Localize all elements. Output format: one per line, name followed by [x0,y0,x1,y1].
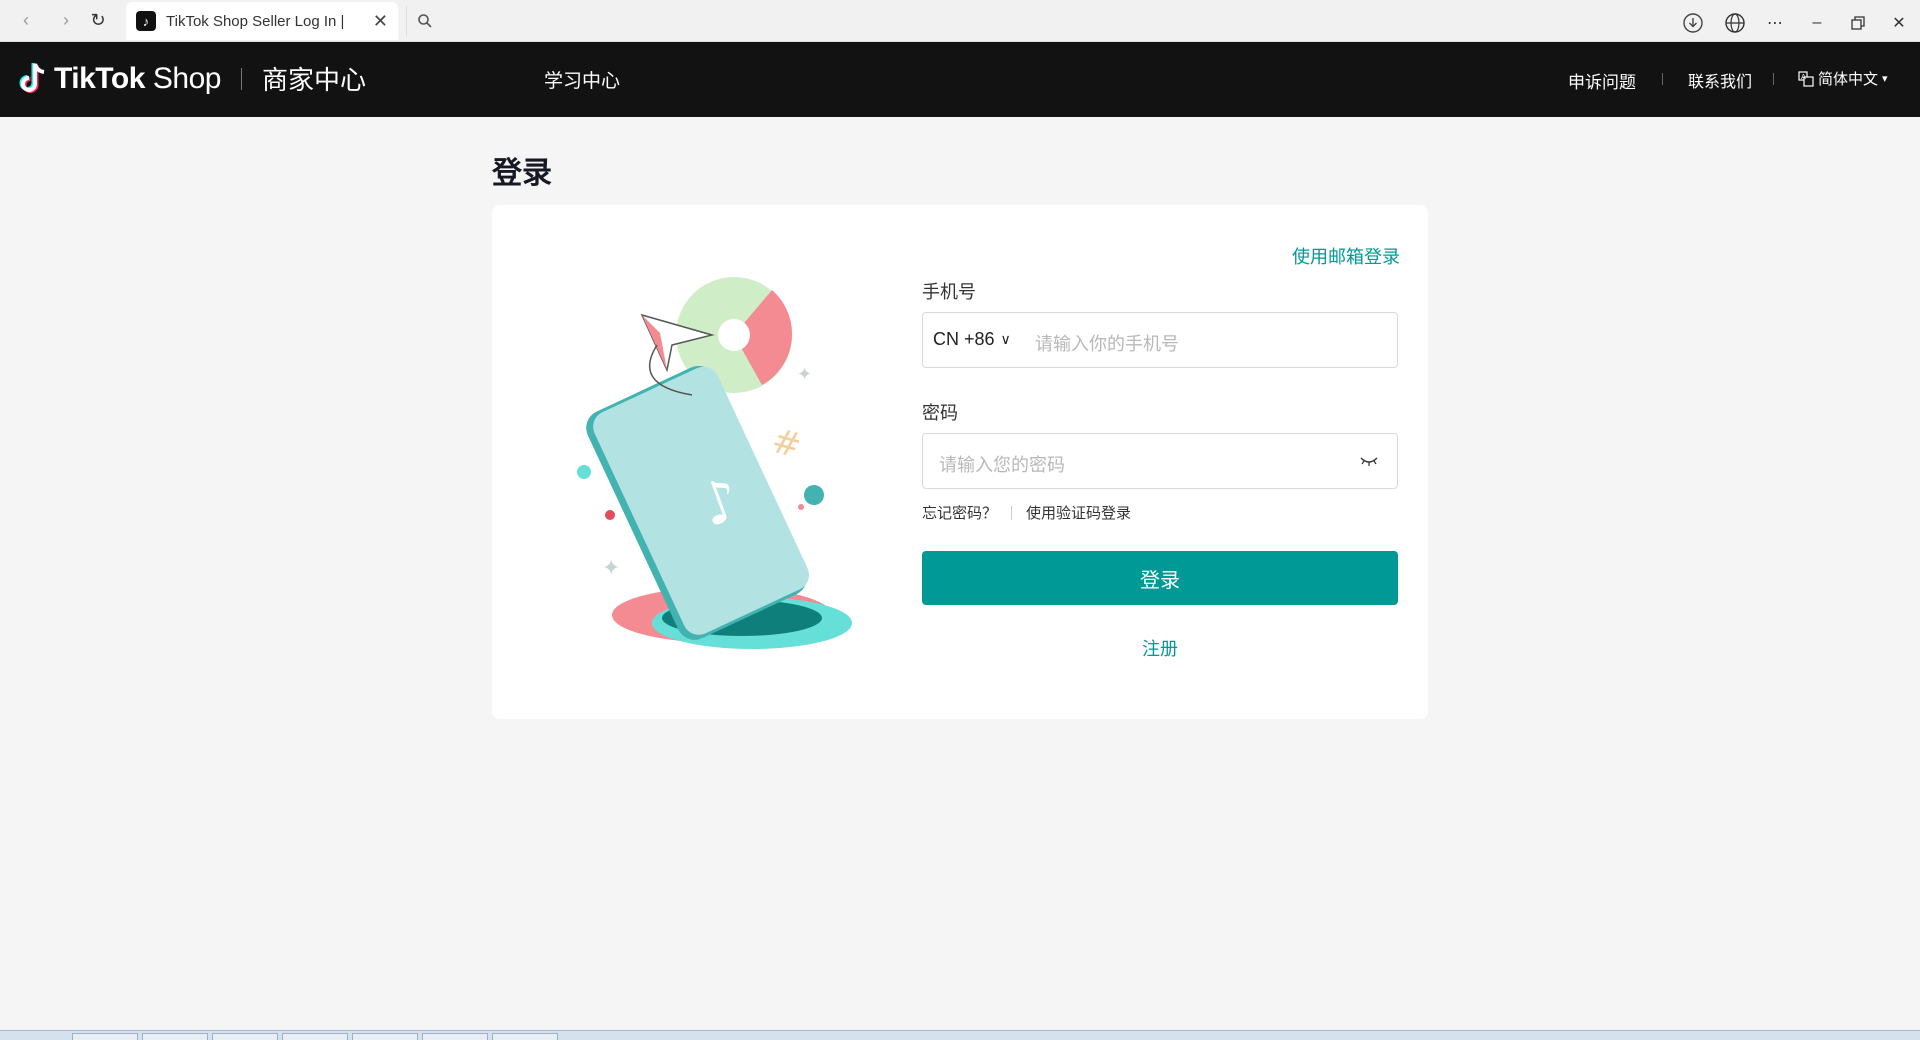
forward-icon: › [63,9,69,30]
more-icon: ⋯ [1767,15,1783,32]
taskbar [0,1030,1920,1040]
phone-illustration: ♪ # ✦ ✦ [577,277,852,649]
taskbar-item[interactable] [72,1033,138,1040]
country-code-value: CN +86 [933,329,995,349]
tab-close-button[interactable]: ✕ [373,11,388,32]
brand-shop: Shop [152,61,222,95]
browser-toolbar: ‹ › ↻ ♪ TikTok Shop Seller Log In | ✕ ⋯ … [0,0,1920,42]
forward-button[interactable]: › [52,6,80,34]
restore-icon [1851,16,1865,30]
browser-tab[interactable]: ♪ TikTok Shop Seller Log In | ✕ [126,2,398,40]
close-window-button[interactable]: ✕ [1884,10,1914,36]
login-card: ♪ # ✦ ✦ 使用邮箱登录 手机号 CN +86 ∨ 请输入你的手机号 密码 … [492,205,1428,719]
svg-text:#: # [768,421,806,467]
header-separator [1662,73,1663,85]
tiktok-shop-logo[interactable]: TikTok Shop 商家中心 [18,60,366,97]
language-selector[interactable]: A 简体中文 ▾ [1798,68,1888,89]
seller-center-label: 商家中心 [262,65,367,95]
brand-name: TikTok [54,61,145,95]
svg-text:A: A [1801,73,1806,81]
tab-title: TikTok Shop Seller Log In | [166,12,345,30]
chevron-down-icon: ∨ [1000,331,1011,347]
page-title: 登录 [492,157,552,190]
logo-divider [241,67,242,90]
more-button[interactable]: ⋯ [1760,10,1790,36]
forgot-password-link[interactable]: 忘记密码？ [922,502,997,523]
taskbar-item[interactable] [492,1033,558,1040]
password-label: 密码 [922,403,958,423]
nav-learn-center[interactable]: 学习中心 [544,66,620,93]
back-icon: ‹ [23,9,29,30]
search-icon [417,14,432,28]
taskbar-item[interactable] [352,1033,418,1040]
svg-text:✦: ✦ [797,364,812,385]
minimize-icon: – [1812,14,1822,31]
minimize-button[interactable]: – [1802,10,1832,36]
download-button[interactable] [1678,10,1708,36]
reload-button[interactable]: ↻ [84,6,112,34]
chevron-down-icon: ▾ [1882,73,1888,85]
taskbar-item[interactable] [282,1033,348,1040]
eye-closed-icon[interactable] [1359,454,1379,468]
close-icon: ✕ [1892,15,1906,32]
phone-input[interactable]: 请输入你的手机号 [1035,330,1179,356]
svg-text:✦: ✦ [602,556,620,581]
register-link[interactable]: 注册 [922,635,1398,661]
nav-appeal[interactable]: 申诉问题 [1568,68,1636,93]
back-button[interactable]: ‹ [12,6,40,34]
tiktok-logo-icon [19,62,45,93]
reload-icon: ↻ [90,9,106,30]
login-button[interactable]: 登录 [922,551,1398,605]
password-helper-links: 忘记密码？ 使用验证码登录 [922,502,1131,523]
restore-button[interactable] [1843,10,1873,36]
header-separator [1773,73,1774,85]
phone-field[interactable]: CN +86 ∨ 请输入你的手机号 [922,312,1398,368]
tiktok-favicon-icon: ♪ [136,11,156,31]
site-header: TikTok Shop 商家中心 学习中心 申诉问题 联系我们 A 简体中文 ▾ [0,42,1920,117]
email-login-link[interactable]: 使用邮箱登录 [1292,243,1400,269]
taskbar-item[interactable] [422,1033,488,1040]
translate-icon: A [1798,70,1814,87]
nav-contact[interactable]: 联系我们 [1688,68,1752,92]
taskbar-item[interactable] [142,1033,208,1040]
password-input[interactable]: 请输入您的密码 [939,451,1065,477]
language-label: 简体中文 [1818,71,1879,88]
download-icon [1683,13,1703,33]
password-field[interactable]: 请输入您的密码 [922,433,1398,489]
tab-search-button[interactable] [406,6,442,36]
globe-icon [1725,13,1745,33]
taskbar-item[interactable] [212,1033,278,1040]
country-code-select[interactable]: CN +86 ∨ [933,329,1011,350]
link-separator [1011,505,1013,520]
globe-button[interactable] [1720,10,1750,36]
phone-label: 手机号 [922,282,976,302]
code-login-link[interactable]: 使用验证码登录 [1026,502,1131,523]
